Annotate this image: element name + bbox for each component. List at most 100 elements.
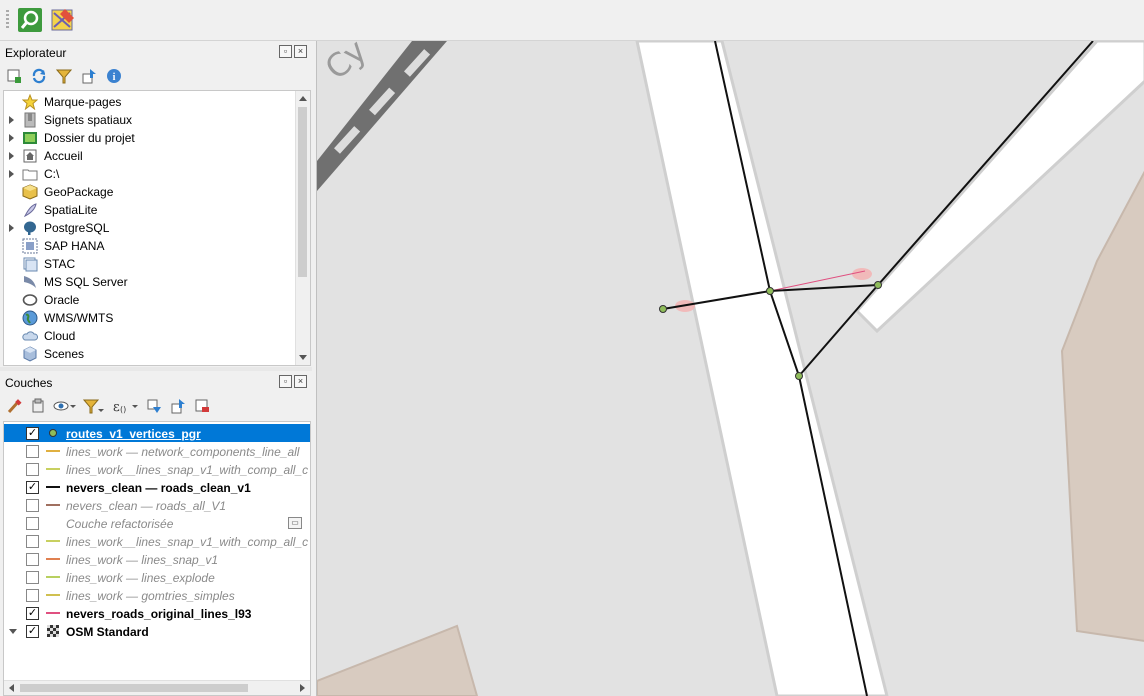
star-icon: [22, 94, 38, 110]
zoom-to-search-icon[interactable]: [17, 7, 43, 33]
explorer-item-label: SpatiaLite: [44, 203, 98, 217]
layer-visibility-checkbox[interactable]: [26, 517, 39, 530]
collapse-all-icon[interactable]: [169, 397, 187, 415]
stac-icon: [22, 256, 38, 272]
layer-item[interactable]: ✓ nevers_clean — roads_clean_v1: [4, 478, 310, 496]
explorer-item[interactable]: Marque-pages: [4, 93, 310, 111]
style-brush-icon[interactable]: [5, 397, 23, 415]
close-panel-icon[interactable]: ×: [294, 45, 307, 58]
digitize-edit-icon[interactable]: [50, 7, 76, 33]
layers-h-scrollbar[interactable]: [4, 680, 310, 695]
vertex-point[interactable]: [659, 305, 667, 313]
filter-icon[interactable]: [55, 67, 73, 85]
explorer-item[interactable]: Signets spatiaux: [4, 111, 310, 129]
toolbar-grip[interactable]: [6, 10, 9, 30]
float-panel-icon[interactable]: ▫: [279, 45, 292, 58]
scroll-up-button[interactable]: [296, 92, 309, 105]
explorer-item-label: Marque-pages: [44, 95, 122, 109]
layer-label: nevers_roads_original_lines_l93: [66, 607, 252, 621]
map-svg[interactable]: Cy: [317, 41, 1144, 696]
explorer-item[interactable]: Oracle: [4, 291, 310, 309]
line-symbol-icon: [46, 450, 60, 452]
scroll-thumb[interactable]: [298, 107, 307, 277]
scroll-left-button[interactable]: [5, 681, 18, 694]
drive-folder-icon: [22, 166, 38, 182]
layer-item[interactable]: ✓ routes_v1_vertices_pgr: [4, 424, 310, 442]
layers-toolbar: ε(): [5, 396, 211, 416]
layers-tree[interactable]: ✓ routes_v1_vertices_pgr lines_work — netw…: [3, 421, 311, 696]
explorer-item[interactable]: Dossier du projet: [4, 129, 310, 147]
layer-visibility-checkbox[interactable]: [26, 499, 39, 512]
explorer-item[interactable]: SAP HANA: [4, 237, 310, 255]
float-panel-icon[interactable]: ▫: [279, 375, 292, 388]
mssql-icon: [22, 274, 38, 290]
layer-visibility-checkbox[interactable]: [26, 535, 39, 548]
line-symbol-icon: [46, 558, 60, 560]
layer-item[interactable]: lines_work — network_components_line_all: [4, 442, 310, 460]
expand-all-icon[interactable]: [145, 397, 163, 415]
layer-item[interactable]: lines_work — lines_snap_v1: [4, 550, 310, 568]
temporary-layer-indicator-icon[interactable]: ▭: [288, 517, 302, 529]
layer-visibility-checkbox[interactable]: ✓: [26, 481, 39, 494]
explorer-item[interactable]: PostgreSQL: [4, 219, 310, 237]
layer-item[interactable]: ✓ nevers_roads_original_lines_l93: [4, 604, 310, 622]
filter-expression-icon[interactable]: ε(): [111, 397, 139, 415]
vertex-point[interactable]: [795, 372, 803, 380]
explorer-item[interactable]: STAC: [4, 255, 310, 273]
explorer-item[interactable]: Cloud: [4, 327, 310, 345]
expand-arrow-icon[interactable]: [9, 116, 14, 124]
layer-visibility-checkbox[interactable]: [26, 463, 39, 476]
scroll-right-button[interactable]: [296, 681, 309, 694]
explorer-item[interactable]: MS SQL Server: [4, 273, 310, 291]
vertex-point[interactable]: [874, 281, 882, 289]
layer-item[interactable]: Couche refactorisée ▭: [4, 514, 310, 532]
layer-item[interactable]: lines_work__lines_snap_v1_with_comp_all_…: [4, 460, 310, 478]
expand-arrow-icon[interactable]: [9, 170, 14, 178]
properties-info-icon[interactable]: i: [105, 67, 123, 85]
layer-item[interactable]: lines_work__lines_snap_v1_with_comp_all_…: [4, 532, 310, 550]
refresh-icon[interactable]: [30, 67, 48, 85]
explorer-item[interactable]: GeoPackage: [4, 183, 310, 201]
point-symbol-icon: [49, 429, 57, 437]
add-group-icon[interactable]: [29, 397, 47, 415]
layer-visibility-checkbox[interactable]: [26, 571, 39, 584]
expand-arrow-icon[interactable]: [9, 152, 14, 160]
map-canvas[interactable]: Cy: [316, 41, 1144, 696]
layer-visibility-checkbox[interactable]: ✓: [26, 607, 39, 620]
explorer-panel: Explorateur ▫ × i Marque-pages Signets sp…: [0, 41, 312, 367]
layer-visibility-checkbox[interactable]: [26, 445, 39, 458]
vertex-point[interactable]: [766, 287, 774, 295]
explorer-title: Explorateur: [5, 46, 67, 60]
visibility-eye-icon[interactable]: [53, 397, 77, 415]
line-symbol-icon: [46, 594, 60, 596]
geopackage-icon: [22, 184, 38, 200]
layer-visibility-checkbox[interactable]: [26, 553, 39, 566]
close-panel-icon[interactable]: ×: [294, 375, 307, 388]
add-selected-layers-icon[interactable]: [5, 67, 23, 85]
h-scroll-thumb[interactable]: [20, 684, 248, 692]
layer-visibility-checkbox[interactable]: [26, 589, 39, 602]
scroll-down-button[interactable]: [296, 351, 309, 364]
layer-item[interactable]: lines_work — gomtries_simples: [4, 586, 310, 604]
explorer-item[interactable]: Accueil: [4, 147, 310, 165]
collapse-all-icon[interactable]: [80, 67, 98, 85]
expand-arrow-icon[interactable]: [9, 224, 14, 232]
explorer-item[interactable]: WMS/WMTS: [4, 309, 310, 327]
explorer-item[interactable]: Scenes: [4, 345, 310, 363]
explorer-item-label: Accueil: [44, 149, 83, 163]
layer-item[interactable]: ✓ OSM Standard: [4, 622, 310, 640]
explorer-scrollbar[interactable]: [295, 91, 310, 365]
layer-item[interactable]: nevers_clean — roads_all_V1: [4, 496, 310, 514]
line-symbol-icon: [46, 612, 60, 614]
collapse-arrow-icon[interactable]: [9, 629, 17, 634]
layer-visibility-checkbox[interactable]: ✓: [26, 427, 39, 440]
layer-item[interactable]: lines_work — lines_explode: [4, 568, 310, 586]
explorer-item[interactable]: SpatiaLite: [4, 201, 310, 219]
layer-visibility-checkbox[interactable]: ✓: [26, 625, 39, 638]
remove-layer-icon[interactable]: [193, 397, 211, 415]
filter-legend-icon[interactable]: [83, 397, 105, 415]
explorer-item[interactable]: C:\: [4, 165, 310, 183]
layer-label: routes_v1_vertices_pgr: [66, 427, 201, 441]
explorer-tree[interactable]: Marque-pages Signets spatiaux Dossier du p…: [3, 90, 311, 366]
expand-arrow-icon[interactable]: [9, 134, 14, 142]
